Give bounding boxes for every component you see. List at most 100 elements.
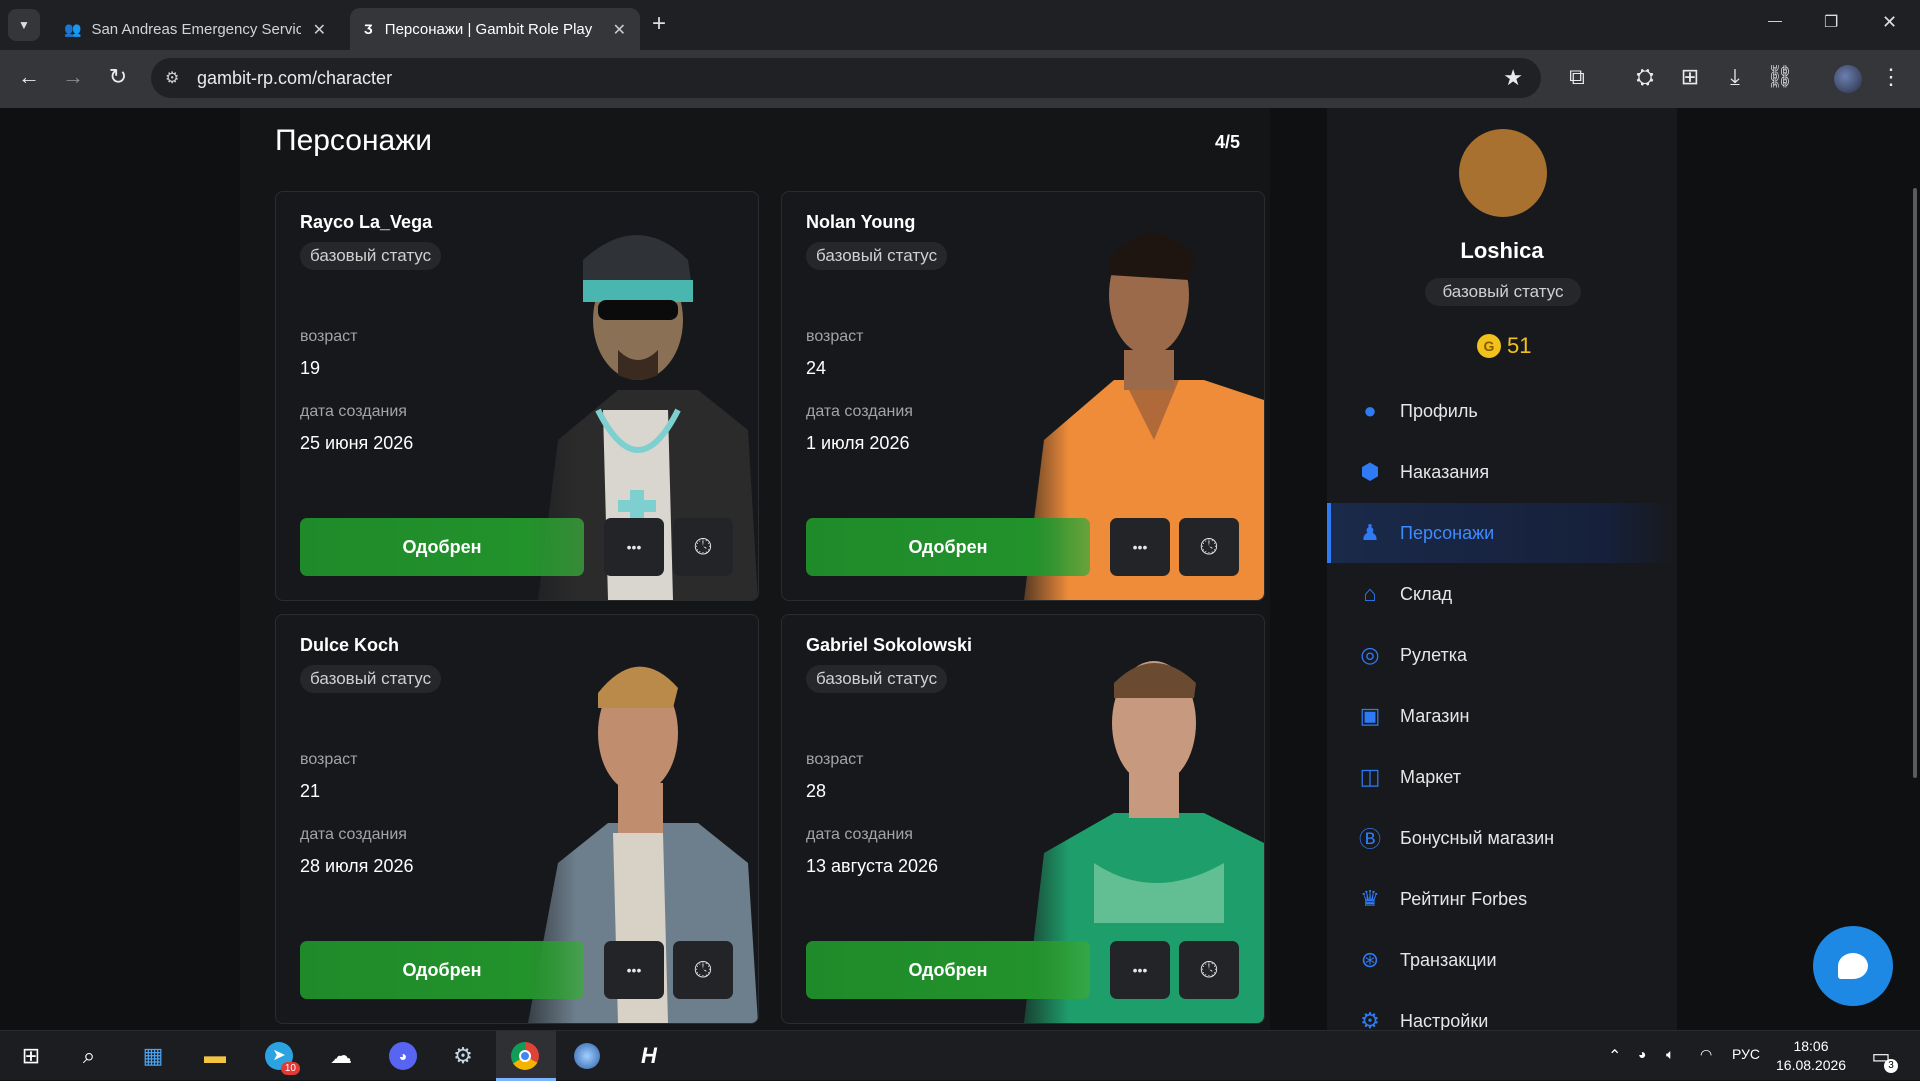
history-button[interactable]: 🕓︎ [1179,518,1239,576]
link-icon[interactable]: ⛓ [1765,64,1795,90]
bookmark-star-icon[interactable]: ★ [1503,65,1523,91]
forward-icon[interactable]: → [58,64,88,90]
translate-icon[interactable]: ⊞ [1675,64,1705,90]
store-app-icon[interactable]: ▦ [136,1039,170,1073]
reload-icon[interactable]: ↻ [103,64,133,90]
avatar[interactable] [1459,129,1547,217]
tab-title: San Andreas Emergency Service [91,20,302,38]
new-tab-button[interactable]: + [652,10,666,38]
trophy-icon: ♛ [1360,886,1380,911]
bag-icon: ◫ [1359,764,1381,789]
search-icon[interactable]: ⌕ [72,1039,106,1073]
browser-toolbar: ← → ↻ ⚙ gambit-rp.com/character ★ ⧉ ⛭ ⊞ … [0,50,1920,108]
character-card: Rayco La_Vega базовый статус возраст 19 … [275,191,759,601]
telegram-icon[interactable]: ➤ 10 [262,1039,300,1075]
sidebar-item-label: Настройки [1400,1010,1489,1031]
bonus-icon: Ⓑ [1358,827,1381,852]
app-orb-icon[interactable] [570,1039,604,1073]
sidebar-item-roulette[interactable]: ◎ Рулетка [1327,625,1677,685]
browser-menu-icon[interactable]: ⋮ [1876,64,1906,90]
history-button[interactable]: 🕓︎ [673,518,733,576]
status-badge: базовый статус [806,665,948,693]
account-sidebar: Loshica базовый статус G 51 ● Профиль ⬢ На… [1327,108,1677,1030]
chrome-icon[interactable] [508,1039,542,1073]
minimize-button[interactable]: — [1768,12,1782,28]
age-label: возраст [300,328,358,345]
close-icon[interactable]: ✕ [613,20,626,40]
language-indicator[interactable]: РУС [1732,1046,1760,1062]
tab-sa-emergency[interactable]: 👥 San Andreas Emergency Service ✕ [50,8,340,50]
status-badge: базовый статус [300,665,442,693]
close-window-button[interactable]: ✕ [1882,12,1897,33]
age-label: возраст [806,328,864,345]
sidebar-item-punishments[interactable]: ⬢ Наказания [1327,442,1677,502]
extensions-icon[interactable]: ⧉ [1562,64,1592,90]
back-icon[interactable]: ← [14,64,44,90]
created-value: 25 июня 2026 [300,433,414,453]
onedrive-icon[interactable]: ☁ [324,1039,358,1073]
sidebar-item-transactions[interactable]: ⊛ Транзакции [1327,930,1677,990]
chat-support-button[interactable] [1813,926,1893,1006]
sidebar-item-characters[interactable]: ♟ Персонажи [1327,503,1677,563]
notification-count: 3 [1884,1059,1898,1073]
approved-button[interactable]: Одобрен [300,518,584,576]
site-favicon-icon: 👥 [64,20,82,37]
approved-button[interactable]: Одобрен [806,941,1090,999]
discord-icon[interactable]: ◕ [386,1039,420,1073]
approved-button[interactable]: Одобрен [300,941,584,999]
user-icon: ● [1363,398,1377,423]
created-value: 13 августа 2026 [806,856,939,876]
history-button[interactable]: 🕓︎ [673,941,733,999]
sidebar-item-bonus-store[interactable]: Ⓑ Бонусный магазин [1327,808,1677,868]
sidebar-item-store[interactable]: ▣ Магазин [1327,686,1677,746]
sidebar-item-label: Рулетка [1400,644,1468,665]
gambit-favicon-icon: Ӡ [364,21,373,37]
page-scrollbar[interactable] [1913,188,1917,778]
close-icon[interactable]: ✕ [313,20,326,40]
sidebar-item-settings[interactable]: ⚙ Настройки [1327,991,1677,1030]
age-label: возраст [300,751,358,768]
notifications-icon[interactable]: ▭ 3 [1864,1039,1898,1073]
tray-chevron-icon[interactable]: ⌃ [1608,1046,1621,1066]
clock-icon: 🕓︎ [1200,957,1218,982]
sidebar-item-warehouse[interactable]: ⌂ Склад [1327,564,1677,624]
incognito-icon[interactable]: ⛭ [1630,64,1660,90]
status-badge: базовый статус [300,242,442,270]
tab-search-button[interactable]: ▼ [8,9,40,41]
sidebar-item-forbes[interactable]: ♛ Рейтинг Forbes [1327,869,1677,929]
tray-discord-icon[interactable]: ◕ [1638,1046,1646,1062]
warning-icon: ⬢ [1360,459,1380,484]
more-button[interactable]: ••• [1110,941,1170,999]
site-info-icon[interactable]: ⚙ [165,68,179,88]
clock-icon: 🕓︎ [694,534,712,559]
volume-icon[interactable]: 🔈︎ [1666,1046,1674,1063]
windows-start-icon[interactable]: ⊞ [14,1039,48,1073]
clock[interactable]: 18:06 16.08.2026 [1776,1037,1846,1075]
gambit-launcher-icon[interactable]: H [632,1039,666,1073]
download-icon[interactable]: ⤓ [1720,64,1750,90]
approved-button[interactable]: Одобрен [806,518,1090,576]
steam-icon[interactable]: ⚙ [446,1039,480,1073]
username: Loshica [1460,238,1544,263]
more-button[interactable]: ••• [604,518,664,576]
store-icon: ▣ [1359,703,1381,728]
character-name: Nolan Young [806,212,916,232]
character-count: 4/5 [1214,132,1240,152]
sidebar-item-label: Транзакции [1400,949,1497,970]
coin-balance: G 51 [1477,333,1531,359]
sidebar-item-market[interactable]: ◫ Маркет [1327,747,1677,807]
wifi-icon[interactable]: ◠ [1700,1046,1712,1063]
chat-icon [1838,953,1868,979]
file-explorer-icon[interactable]: ▬ [198,1039,232,1073]
roulette-icon: ◎ [1360,642,1380,667]
sidebar-item-profile[interactable]: ● Профиль [1327,381,1677,441]
tab-gambit-characters[interactable]: Ӡ Персонажи | Gambit Role Play ✕ [350,8,640,50]
clock-time: 18:06 [1793,1038,1829,1054]
more-button[interactable]: ••• [1110,518,1170,576]
profile-avatar[interactable] [1834,65,1862,93]
more-button[interactable]: ••• [604,941,664,999]
address-bar[interactable]: ⚙ gambit-rp.com/character ★ [151,58,1541,98]
restore-button[interactable]: ❐ [1824,12,1838,32]
character-name: Gabriel Sokolowski [806,635,973,655]
history-button[interactable]: 🕓︎ [1179,941,1239,999]
